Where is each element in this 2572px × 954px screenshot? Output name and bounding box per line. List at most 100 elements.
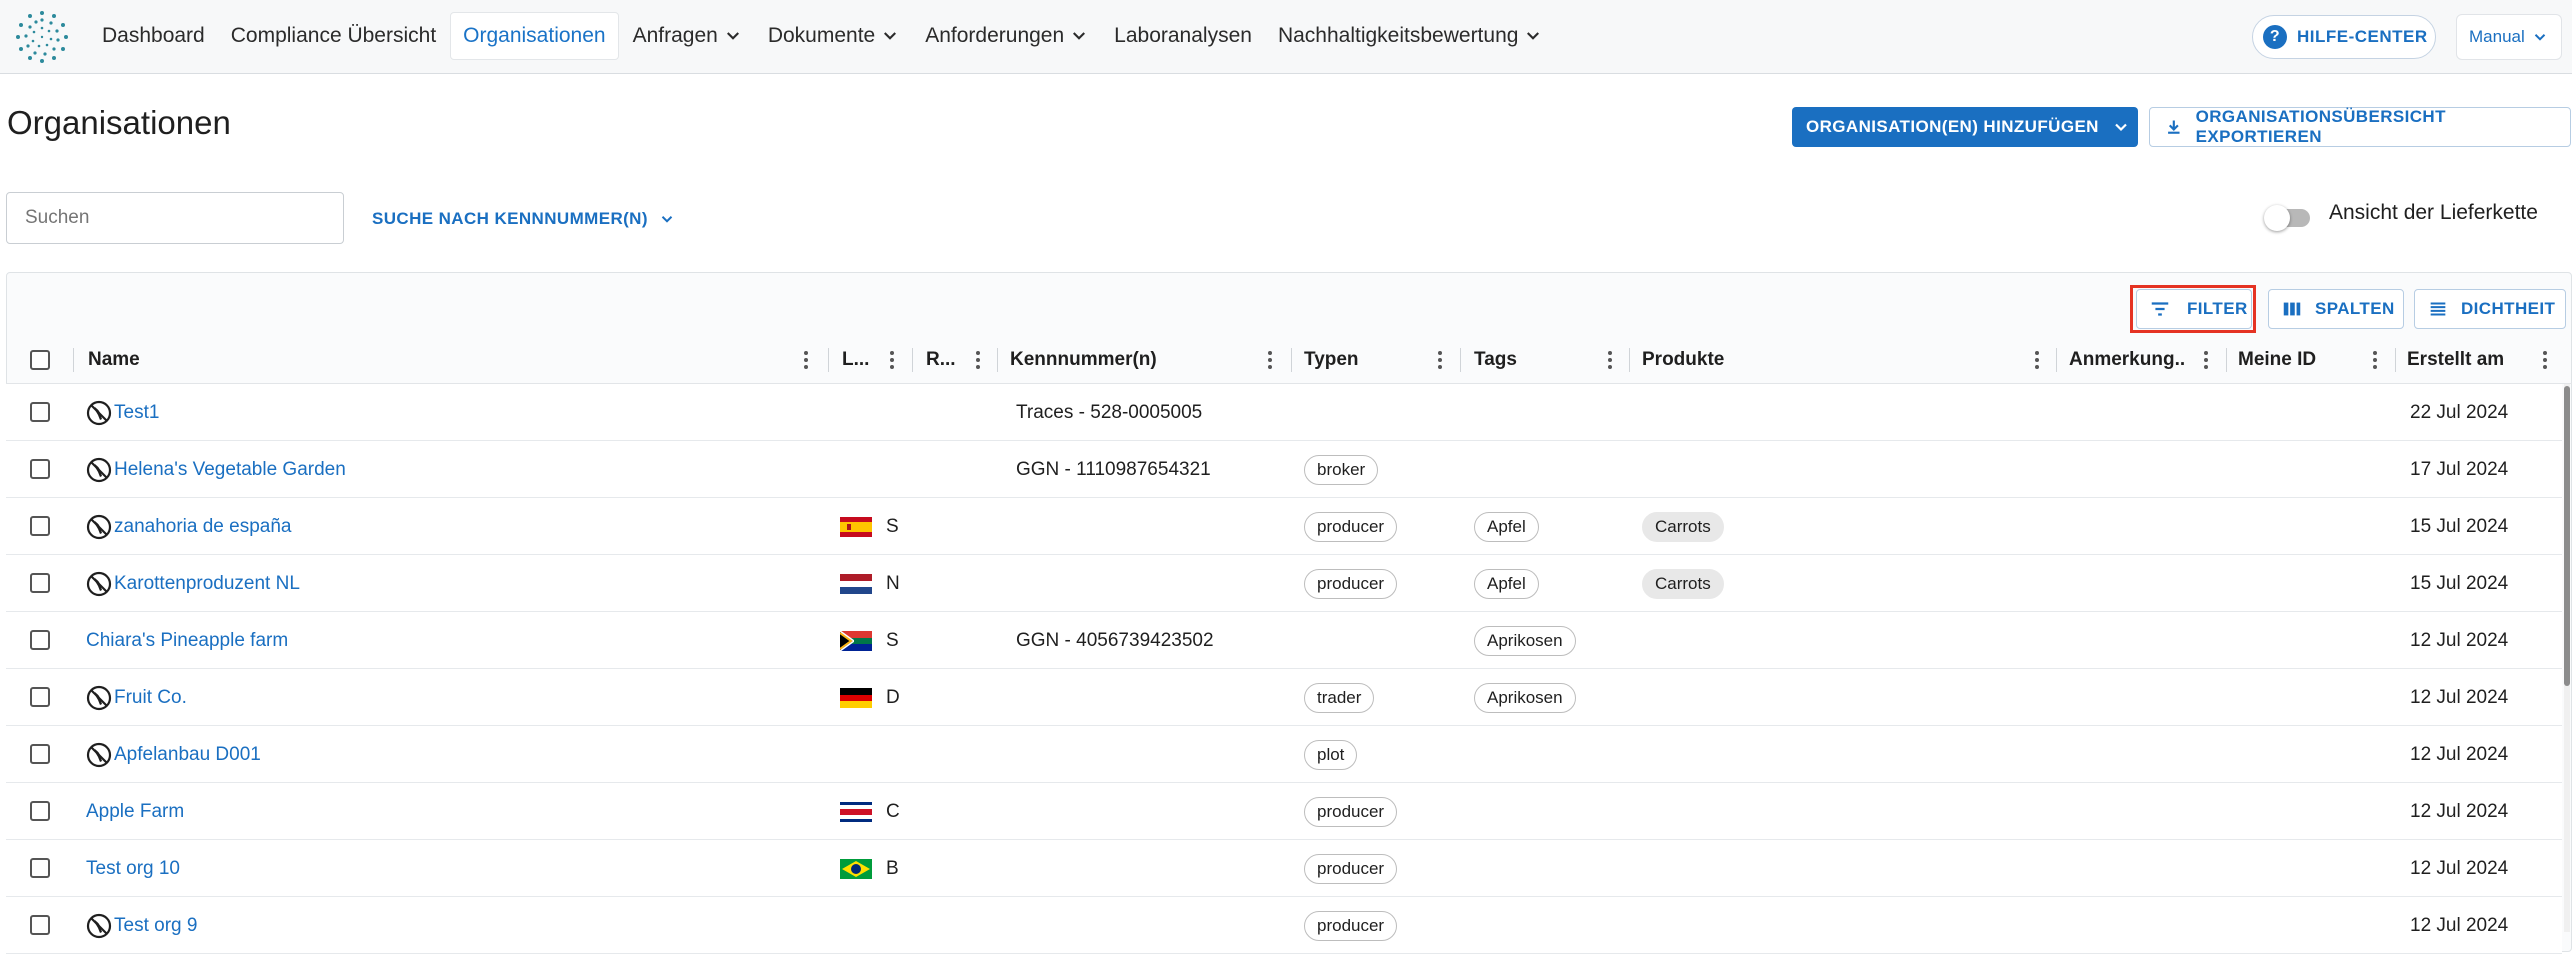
column-menu-icon[interactable] bbox=[2539, 348, 2551, 372]
columns-button[interactable]: SPALTEN bbox=[2268, 289, 2404, 329]
add-organisation-button[interactable]: ORGANISATION(EN) HINZUFÜGEN bbox=[1792, 107, 2138, 147]
column-header-ids[interactable]: Kennnummer(n) bbox=[1010, 336, 1260, 384]
column-header-label: Kennnummer(n) bbox=[1010, 349, 1157, 370]
nav-item-dashboard[interactable]: Dashboard bbox=[90, 12, 217, 60]
row-checkbox[interactable] bbox=[30, 516, 50, 536]
supply-chain-toggle[interactable] bbox=[2264, 204, 2314, 231]
types-cell: producer bbox=[1304, 897, 1398, 954]
nav-item-dokumente[interactable]: Dokumente bbox=[756, 12, 911, 60]
flag-cr-icon bbox=[840, 801, 872, 822]
id-value: GGN - 4056739423502 bbox=[1016, 629, 1214, 651]
column-header-types[interactable]: Typen bbox=[1304, 336, 1444, 384]
help-icon: ? bbox=[2263, 25, 2287, 49]
row-checkbox[interactable] bbox=[30, 687, 50, 707]
chevron-down-icon bbox=[2115, 123, 2127, 132]
nav-item-organisationen[interactable]: Organisationen bbox=[450, 12, 619, 60]
column-header-region[interactable]: R... bbox=[926, 336, 970, 384]
column-header-name[interactable]: Name bbox=[88, 336, 788, 384]
table-row[interactable]: Test1 Traces - 528-0005005 22 Jul 2024 bbox=[6, 384, 2562, 441]
type-chip: producer bbox=[1304, 796, 1398, 827]
organisation-name-link[interactable]: Fruit Co. bbox=[114, 687, 187, 709]
export-overview-button[interactable]: ORGANISATIONSÜBERSICHT EXPORTIEREN bbox=[2149, 107, 2571, 147]
column-menu-icon[interactable] bbox=[972, 348, 984, 372]
column-menu-icon[interactable] bbox=[800, 348, 812, 372]
scrollbar-thumb[interactable] bbox=[2564, 386, 2570, 686]
nav-item-anfragen[interactable]: Anfragen bbox=[621, 12, 754, 60]
column-menu-icon[interactable] bbox=[1434, 348, 1446, 372]
select-all-checkbox[interactable] bbox=[30, 350, 50, 370]
column-header-tags[interactable]: Tags bbox=[1474, 336, 1614, 384]
table-row[interactable]: Chiara's Pineapple farm S GGN - 4056739423… bbox=[6, 612, 2562, 669]
table-row[interactable]: Test org 9 producer 12 Jul 2024 bbox=[6, 897, 2562, 954]
nav-item-label: Dashboard bbox=[102, 24, 205, 47]
chevron-down-icon bbox=[726, 32, 739, 40]
organisation-name-link[interactable]: Test org 9 bbox=[114, 915, 197, 937]
organisation-name-link[interactable]: Apfelanbau D001 bbox=[114, 744, 261, 766]
organisation-name-link[interactable]: Test org 10 bbox=[86, 858, 180, 880]
row-checkbox[interactable] bbox=[30, 573, 50, 593]
created-cell: 12 Jul 2024 bbox=[2410, 840, 2508, 897]
search-input[interactable] bbox=[6, 192, 344, 244]
column-menu-icon[interactable] bbox=[2369, 348, 2381, 372]
table-row[interactable]: zanahoria de españa Sproducer Apfel Carrots… bbox=[6, 498, 2562, 555]
organisation-name-link[interactable]: Karottenproduzent NL bbox=[114, 573, 300, 595]
column-menu-icon[interactable] bbox=[886, 348, 898, 372]
table-scrollbar[interactable] bbox=[2564, 384, 2570, 932]
tags-cell: Aprikosen bbox=[1474, 669, 1576, 726]
type-chip: plot bbox=[1304, 739, 1358, 770]
organisation-name-link[interactable]: Apple Farm bbox=[86, 801, 184, 823]
row-checkbox[interactable] bbox=[30, 915, 50, 935]
column-menu-icon[interactable] bbox=[1264, 348, 1276, 372]
name-cell: Chiara's Pineapple farm bbox=[86, 612, 288, 669]
search-by-id-button[interactable]: SUCHE NACH KENNNUMMER(N) bbox=[372, 205, 676, 233]
row-checkbox[interactable] bbox=[30, 858, 50, 878]
organisation-name-link[interactable]: Test1 bbox=[114, 402, 159, 424]
table-row[interactable]: Test org 10 Bproducer 12 Jul 2024 bbox=[6, 840, 2562, 897]
nav-item-label: Dokumente bbox=[767, 24, 876, 47]
no-access-icon bbox=[86, 514, 112, 540]
country-cell: D bbox=[840, 669, 900, 726]
column-header-notes[interactable]: Anmerkung... bbox=[2069, 336, 2185, 384]
ids-cell: Traces - 528-0005005 bbox=[1016, 384, 1202, 441]
column-header-land[interactable]: L... bbox=[842, 336, 886, 384]
country-cell: B bbox=[840, 840, 899, 897]
column-menu-icon[interactable] bbox=[2200, 348, 2212, 372]
table-row[interactable]: Apfelanbau D001 plot 12 Jul 2024 bbox=[6, 726, 2562, 783]
row-checkbox[interactable] bbox=[30, 402, 50, 422]
row-checkbox[interactable] bbox=[30, 630, 50, 650]
column-header-my-id[interactable]: Meine ID bbox=[2238, 336, 2388, 384]
nav-item-nachhaltigkeitsbewertung[interactable]: Nachhaltigkeitsbewertung bbox=[1266, 12, 1554, 60]
tags-cell: Aprikosen bbox=[1474, 612, 1576, 669]
row-checkbox[interactable] bbox=[30, 744, 50, 764]
table-row[interactable]: Karottenproduzent NL Nproducer Apfel Carrot… bbox=[6, 555, 2562, 612]
manual-dropdown-button[interactable]: Manual bbox=[2456, 14, 2562, 60]
organisation-name-link[interactable]: Chiara's Pineapple farm bbox=[86, 630, 288, 652]
help-center-button[interactable]: ? HILFE-CENTER bbox=[2252, 15, 2436, 59]
column-menu-icon[interactable] bbox=[1604, 348, 1616, 372]
column-header-created[interactable]: Erstellt am bbox=[2407, 336, 2537, 384]
nav-item-compliance-übersicht[interactable]: Compliance Übersicht bbox=[219, 12, 448, 60]
table-row[interactable]: Apple Farm Cproducer 12 Jul 2024 bbox=[6, 783, 2562, 840]
region-value: D bbox=[886, 686, 900, 708]
column-menu-icon[interactable] bbox=[2031, 348, 2043, 372]
flag-es-icon bbox=[840, 516, 872, 537]
table-row[interactable]: Helena's Vegetable Garden GGN - 111098765… bbox=[6, 441, 2562, 498]
add-organisation-label: ORGANISATION(EN) HINZUFÜGEN bbox=[1806, 117, 2099, 136]
table-row[interactable]: Fruit Co. Dtrader Aprikosen 12 Jul 2024 bbox=[6, 669, 2562, 726]
density-button[interactable]: DICHTHEIT bbox=[2414, 289, 2566, 329]
nav-item-anforderungen[interactable]: Anforderungen bbox=[913, 12, 1100, 60]
company-logo-icon[interactable] bbox=[14, 9, 70, 65]
organisation-name-link[interactable]: Helena's Vegetable Garden bbox=[114, 459, 346, 481]
row-checkbox[interactable] bbox=[30, 801, 50, 821]
page-title: Organisationen bbox=[7, 104, 231, 141]
column-header-products[interactable]: Produkte bbox=[1642, 336, 2042, 384]
created-cell: 12 Jul 2024 bbox=[2410, 669, 2508, 726]
column-separator bbox=[73, 348, 74, 372]
organisation-name-link[interactable]: zanahoria de españa bbox=[114, 516, 291, 538]
row-checkbox[interactable] bbox=[30, 459, 50, 479]
column-separator bbox=[828, 348, 829, 372]
created-cell: 22 Jul 2024 bbox=[2410, 384, 2508, 441]
column-separator bbox=[1460, 348, 1461, 372]
name-cell: zanahoria de españa bbox=[86, 498, 291, 555]
nav-item-laboranalysen[interactable]: Laboranalysen bbox=[1102, 12, 1264, 60]
